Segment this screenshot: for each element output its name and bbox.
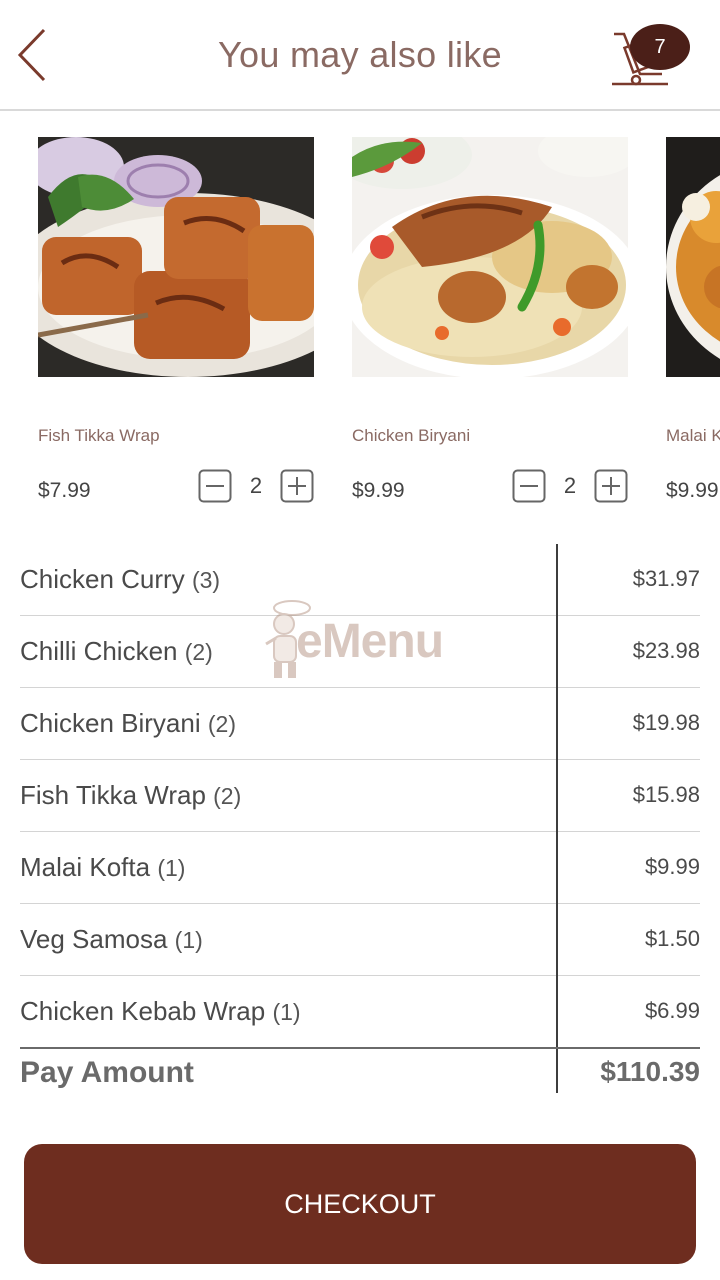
item-price: $31.97 xyxy=(632,566,700,591)
item-quantity: (2) xyxy=(184,639,213,665)
quantity-value: 2 xyxy=(249,473,263,498)
minus-icon xyxy=(198,469,232,503)
quantity-stepper: 2 xyxy=(512,469,628,503)
food-image xyxy=(666,137,720,377)
order-row: Chicken Biryani (2) $19.98 xyxy=(20,688,700,760)
suggestion-price: $9.99 xyxy=(352,479,405,502)
order-row: Chicken Kebab Wrap (1) $6.99 xyxy=(20,976,700,1048)
quantity-value: 2 xyxy=(563,473,577,498)
suggestion-name: Fish Tikka Wrap xyxy=(38,426,160,445)
item-name: Fish Tikka Wrap xyxy=(20,780,206,810)
item-name: Chicken Biryani xyxy=(20,708,201,738)
order-row: Veg Samosa (1) $1.50 xyxy=(20,904,700,976)
minus-icon xyxy=(512,469,546,503)
item-name: Malai Kofta xyxy=(20,852,151,882)
column-divider xyxy=(556,544,558,1093)
plus-icon xyxy=(280,469,314,503)
item-quantity: (3) xyxy=(191,567,221,593)
item-quantity: (2) xyxy=(213,783,242,809)
app-header: You may also like 7 xyxy=(0,0,720,111)
suggestion-price: $7.99 xyxy=(38,479,91,502)
watermark-text: eMenu xyxy=(296,615,444,668)
item-price: $9.99 xyxy=(644,854,700,879)
suggestion-card[interactable]: Malai Kofta $9.99 xyxy=(666,137,720,512)
item-price: $19.98 xyxy=(632,710,700,735)
item-name: Chicken Kebab Wrap xyxy=(20,996,266,1026)
increase-quantity-button[interactable] xyxy=(594,469,628,503)
plus-icon xyxy=(594,469,628,503)
item-quantity: (1) xyxy=(272,999,301,1025)
item-price: $15.98 xyxy=(632,782,700,807)
suggestion-name: Malai Kofta xyxy=(666,426,720,445)
item-name: Chilli Chicken xyxy=(20,636,178,666)
order-row: Malai Kofta (1) $9.99 xyxy=(20,832,700,904)
item-quantity: (1) xyxy=(157,855,186,881)
item-price: $1.50 xyxy=(644,926,700,951)
decrease-quantity-button[interactable] xyxy=(198,469,232,503)
pay-amount-label: Pay Amount xyxy=(20,1056,194,1089)
suggestion-price: $9.99 xyxy=(666,479,719,502)
checkout-button[interactable]: CHECKOUT xyxy=(24,1144,696,1264)
item-price: $6.99 xyxy=(644,998,700,1023)
food-image xyxy=(352,137,628,377)
emenu-watermark: eMenu xyxy=(262,598,462,682)
suggestion-carousel[interactable]: Fish Tikka Wrap $7.99 2 Chicken Biryani … xyxy=(0,112,720,512)
quantity-stepper: 2 xyxy=(198,469,314,503)
increase-quantity-button[interactable] xyxy=(280,469,314,503)
food-image xyxy=(38,137,314,377)
item-quantity: (2) xyxy=(207,711,236,737)
cart-count-badge: 7 xyxy=(630,24,690,70)
suggestion-name: Chicken Biryani xyxy=(352,426,471,445)
total-divider xyxy=(20,1047,700,1049)
pay-amount-value: $110.39 xyxy=(600,1056,700,1087)
decrease-quantity-button[interactable] xyxy=(512,469,546,503)
item-name: Veg Samosa xyxy=(20,924,168,954)
item-name: Chicken Curry xyxy=(20,564,185,594)
item-quantity: (1) xyxy=(174,927,203,953)
order-row: Fish Tikka Wrap (2) $15.98 xyxy=(20,760,700,832)
item-price: $23.98 xyxy=(632,638,700,663)
